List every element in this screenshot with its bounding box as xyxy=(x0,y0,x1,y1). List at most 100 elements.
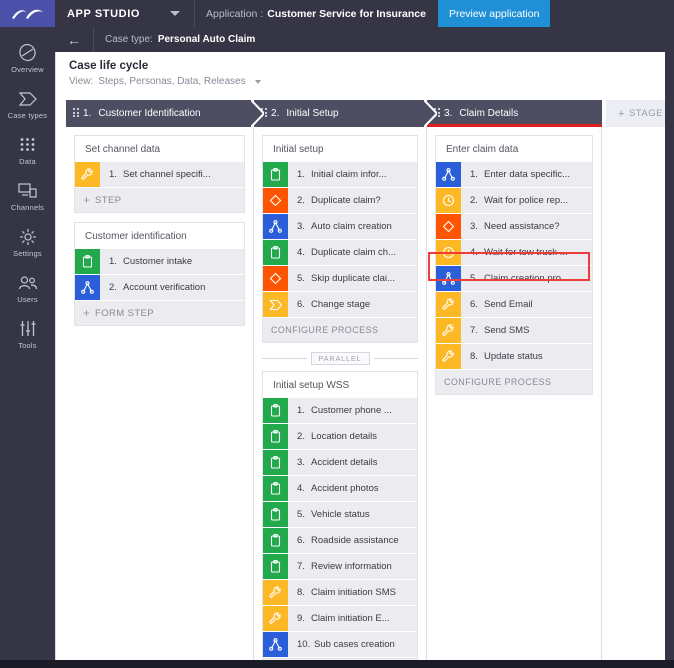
view-selector[interactable]: View: Steps, Personas, Data, Releases xyxy=(69,76,261,87)
pega-logo-icon[interactable] xyxy=(0,0,55,27)
sidebar-item-data[interactable]: Data xyxy=(0,127,55,173)
add-stage-label: STAGE xyxy=(628,108,663,119)
step-row[interactable]: 1. Initial claim infor... xyxy=(263,162,417,187)
stage-name: Claim Details xyxy=(459,108,519,119)
step-label: Customer intake xyxy=(123,256,193,267)
fork-icon xyxy=(263,632,288,657)
step-row[interactable]: 1. Set channel specifi... xyxy=(75,162,244,187)
drag-handle-icon[interactable] xyxy=(73,108,80,119)
step-row[interactable]: 6. Roadside assistance xyxy=(263,528,417,553)
step-number: 7. xyxy=(297,561,305,572)
step-number: 5. xyxy=(297,509,305,520)
stage-header-1[interactable]: 1. Customer Identification xyxy=(66,100,264,127)
step-number: 1. xyxy=(297,169,305,180)
step-label: Send SMS xyxy=(484,325,530,336)
stage-number: 2. xyxy=(271,108,280,119)
clipboard-icon xyxy=(263,398,288,423)
back-arrow-icon[interactable]: ← xyxy=(67,32,81,48)
sidebar-item-case-types[interactable]: Case types xyxy=(0,81,55,127)
step-number: 5. xyxy=(470,273,478,284)
step-row[interactable]: 1. Customer intake xyxy=(75,249,244,274)
step-label: Account verification xyxy=(123,282,206,293)
top-navigation-bar: APP STUDIO Application : Customer Servic… xyxy=(0,0,674,27)
case-types-icon xyxy=(18,89,38,109)
step-row[interactable]: 2. Wait for police rep... xyxy=(436,188,592,213)
step-row[interactable]: 1. Customer phone ... xyxy=(263,398,417,423)
step-row[interactable]: 2. Account verification xyxy=(75,275,244,300)
step-row[interactable]: 8. Claim initiation SMS xyxy=(263,580,417,605)
clipboard-icon xyxy=(263,162,288,187)
add-stage-button[interactable]: + STAGE xyxy=(606,100,674,127)
step-row[interactable]: 1. Enter data specific... xyxy=(436,162,592,187)
add-form-step-button[interactable]: + FORM STEP xyxy=(75,301,244,325)
case-lifecycle-canvas: Case life cycle View: Steps, Personas, D… xyxy=(55,52,674,668)
sidebar-item-label: Data xyxy=(19,156,36,166)
step-row[interactable]: 4. Accident photos xyxy=(263,476,417,501)
step-label: Claim initiation E... xyxy=(311,613,390,624)
step-row[interactable]: 5. Skip duplicate clai... xyxy=(263,266,417,291)
configure-process-button[interactable]: CONFIGURE PROCESS xyxy=(263,318,417,342)
application-name[interactable]: Customer Service for Insurance xyxy=(267,8,426,20)
step-row[interactable]: 8. Update status xyxy=(436,344,592,369)
step-label: Claim creation pro... xyxy=(484,273,570,284)
step-row-selected[interactable]: 5. Claim creation pro... xyxy=(436,266,592,291)
divider xyxy=(93,27,94,52)
parallel-tag: PARALLEL xyxy=(310,352,370,365)
stage-column-1: Set channel data 1. Set channel specifi.… xyxy=(66,127,254,668)
sidebar-item-settings[interactable]: Settings xyxy=(0,219,55,265)
step-row[interactable]: 9. Claim initiation E... xyxy=(263,606,417,631)
fork-icon xyxy=(75,275,100,300)
configure-process-button[interactable]: CONFIGURE PROCESS xyxy=(436,370,592,394)
stage-header-3[interactable]: 3. Claim Details xyxy=(427,100,602,127)
step-number: 1. xyxy=(109,169,117,180)
chevron-down-icon[interactable] xyxy=(254,79,261,84)
add-step-button[interactable]: + STEP xyxy=(75,188,244,212)
step-row[interactable]: 5. Vehicle status xyxy=(263,502,417,527)
step-number: 3. xyxy=(297,221,305,232)
fork-icon xyxy=(436,162,461,187)
wrench-icon xyxy=(436,292,461,317)
step-row[interactable]: 10. Sub cases creation xyxy=(263,632,417,657)
step-row[interactable]: 3. Need assistance? xyxy=(436,214,592,239)
step-row[interactable]: 4. Duplicate claim ch... xyxy=(263,240,417,265)
step-number: 3. xyxy=(470,221,478,232)
sidebar-item-label: Overview xyxy=(11,64,44,74)
preview-application-button[interactable]: Preview application xyxy=(437,0,551,27)
divider-line xyxy=(262,358,307,359)
step-row[interactable]: 2. Location details xyxy=(263,424,417,449)
case-type-value: Personal Auto Claim xyxy=(157,34,256,45)
process-card: Set channel data 1. Set channel specifi.… xyxy=(74,135,245,213)
step-row[interactable]: 6. Send Email xyxy=(436,292,592,317)
sidebar-item-tools[interactable]: Tools xyxy=(0,311,55,357)
step-label: Accident photos xyxy=(311,483,379,494)
chevron-down-icon[interactable] xyxy=(170,11,181,16)
sidebar-item-overview[interactable]: Overview xyxy=(0,35,55,81)
parallel-divider: PARALLEL xyxy=(262,352,419,365)
sidebar-item-label: Channels xyxy=(10,202,45,212)
step-row[interactable]: 7. Review information xyxy=(263,554,417,579)
sidebar-item-users[interactable]: Users xyxy=(0,265,55,311)
view-value: Steps, Personas, Data, Releases xyxy=(98,76,246,87)
step-row[interactable]: 3. Accident details xyxy=(263,450,417,475)
process-card: Enter claim data 1. Enter data specific.… xyxy=(435,135,593,395)
clipboard-icon xyxy=(263,554,288,579)
process-title: Customer identification xyxy=(85,231,187,242)
clipboard-icon xyxy=(263,502,288,527)
wrench-icon xyxy=(75,162,100,187)
stage-header-2[interactable]: 2. Initial Setup xyxy=(254,100,437,127)
configure-process-label: CONFIGURE PROCESS xyxy=(271,325,379,335)
process-card: Initial setup 1. Initial claim infor... xyxy=(262,135,418,343)
stage-number: 3. xyxy=(444,108,453,119)
data-icon xyxy=(19,135,36,155)
step-row[interactable]: 4. Wait for tow truck ... xyxy=(436,240,592,265)
step-row[interactable]: 2. Duplicate claim? xyxy=(263,188,417,213)
step-row[interactable]: 6. Change stage xyxy=(263,292,417,317)
sidebar-item-channels[interactable]: Channels xyxy=(0,173,55,219)
stage-column-2: Initial setup 1. Initial claim infor... xyxy=(254,127,427,668)
step-number: 7. xyxy=(470,325,478,336)
add-step-label: STEP xyxy=(95,194,122,206)
step-number: 6. xyxy=(297,299,305,310)
step-row[interactable]: 7. Send SMS xyxy=(436,318,592,343)
step-row[interactable]: 3. Auto claim creation xyxy=(263,214,417,239)
overview-icon xyxy=(18,43,37,63)
